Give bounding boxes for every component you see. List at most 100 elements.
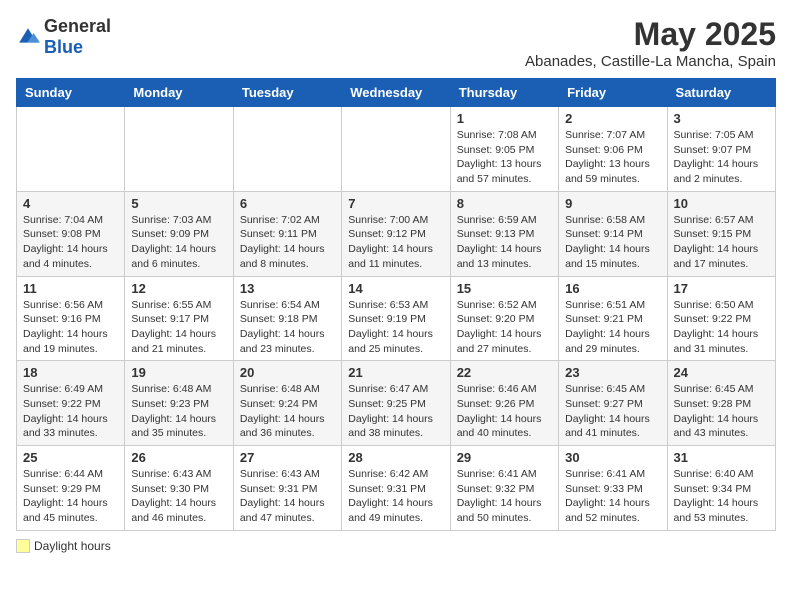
calendar-cell: 16 Sunrise: 6:51 AMSunset: 9:21 PMDayligh… [559,276,667,361]
legend-label: Daylight hours [34,539,111,553]
day-info: Sunrise: 6:55 AMSunset: 9:17 PMDaylight:… [131,298,226,357]
calendar-cell: 18Sunrise: 6:49 AMSunset: 9:22 PMDayligh… [17,361,125,446]
calendar-cell [17,107,125,192]
day-info: Sunrise: 6:43 AMSunset: 9:31 PMDaylight:… [240,467,335,526]
day-number: 16 [565,281,660,296]
calendar-week-1: 1 Sunrise: 7:08 AMSunset: 9:05 PMDaylight… [17,107,776,192]
calendar-cell: 29 Sunrise: 6:41 AMSunset: 9:32 PMDayligh… [450,446,558,531]
calendar-cell: 3 Sunrise: 7:05 AMSunset: 9:07 PMDaylight… [667,107,775,192]
day-number: 9 [565,196,660,211]
calendar-cell: 9 Sunrise: 6:58 AMSunset: 9:14 PMDaylight… [559,191,667,276]
day-info: Sunrise: 6:42 AMSunset: 9:31 PMDaylight:… [348,467,443,526]
day-number: 31 [674,450,769,465]
day-number: 30 [565,450,660,465]
calendar-cell: 21 Sunrise: 6:47 AMSunset: 9:25 PMDayligh… [342,361,450,446]
day-number: 20 [240,365,335,380]
calendar-cell: 22 Sunrise: 6:46 AMSunset: 9:26 PMDayligh… [450,361,558,446]
day-info: Sunrise: 6:43 AMSunset: 9:30 PMDaylight:… [131,467,226,526]
day-info: Sunrise: 6:46 AMSunset: 9:26 PMDaylight:… [457,382,552,441]
day-info: Sunrise: 7:05 AMSunset: 9:07 PMDaylight:… [674,128,769,187]
calendar-week-3: 11 Sunrise: 6:56 AMSunset: 9:16 PMDayligh… [17,276,776,361]
day-number: 2 [565,111,660,126]
calendar-header-monday: Monday [125,79,233,107]
calendar-cell: 11 Sunrise: 6:56 AMSunset: 9:16 PMDayligh… [17,276,125,361]
calendar-cell: 25 Sunrise: 6:44 AMSunset: 9:29 PMDayligh… [17,446,125,531]
logo-blue: Blue [44,37,83,57]
calendar-header-friday: Friday [559,79,667,107]
location-title: Abanades, Castille-La Mancha, Spain [525,53,776,70]
calendar-cell: 28 Sunrise: 6:42 AMSunset: 9:31 PMDayligh… [342,446,450,531]
calendar-cell: 10Sunrise: 6:57 AMSunset: 9:15 PMDayligh… [667,191,775,276]
day-number: 1 [457,111,552,126]
day-info: Sunrise: 6:41 AMSunset: 9:33 PMDaylight:… [565,467,660,526]
day-info: Sunrise: 6:59 AMSunset: 9:13 PMDaylight:… [457,213,552,272]
month-title: May 2025 [525,16,776,53]
day-info: Sunrise: 6:44 AMSunset: 9:29 PMDaylight:… [23,467,118,526]
day-info: Sunrise: 6:40 AMSunset: 9:34 PMDaylight:… [674,467,769,526]
calendar-cell: 23 Sunrise: 6:45 AMSunset: 9:27 PMDayligh… [559,361,667,446]
day-info: Sunrise: 6:51 AMSunset: 9:21 PMDaylight:… [565,298,660,357]
day-info: Sunrise: 7:08 AMSunset: 9:05 PMDaylight:… [457,128,552,187]
calendar-header-thursday: Thursday [450,79,558,107]
calendar-cell: 15Sunrise: 6:52 AMSunset: 9:20 PMDayligh… [450,276,558,361]
calendar-cell [125,107,233,192]
day-info: Sunrise: 6:41 AMSunset: 9:32 PMDaylight:… [457,467,552,526]
day-info: Sunrise: 7:03 AMSunset: 9:09 PMDaylight:… [131,213,226,272]
calendar-week-4: 18Sunrise: 6:49 AMSunset: 9:22 PMDayligh… [17,361,776,446]
calendar-cell: 19 Sunrise: 6:48 AMSunset: 9:23 PMDayligh… [125,361,233,446]
calendar-cell: 26Sunrise: 6:43 AMSunset: 9:30 PMDayligh… [125,446,233,531]
day-number: 19 [131,365,226,380]
day-number: 3 [674,111,769,126]
calendar-header-saturday: Saturday [667,79,775,107]
calendar-cell [233,107,341,192]
day-info: Sunrise: 6:58 AMSunset: 9:14 PMDaylight:… [565,213,660,272]
day-number: 8 [457,196,552,211]
calendar-header-wednesday: Wednesday [342,79,450,107]
day-number: 24 [674,365,769,380]
day-number: 6 [240,196,335,211]
calendar-cell: 14 Sunrise: 6:53 AMSunset: 9:19 PMDayligh… [342,276,450,361]
day-info: Sunrise: 6:47 AMSunset: 9:25 PMDaylight:… [348,382,443,441]
day-number: 29 [457,450,552,465]
calendar-header-row: SundayMondayTuesdayWednesdayThursdayFrid… [17,79,776,107]
calendar-cell: 24Sunrise: 6:45 AMSunset: 9:28 PMDayligh… [667,361,775,446]
calendar-header-tuesday: Tuesday [233,79,341,107]
day-info: Sunrise: 7:07 AMSunset: 9:06 PMDaylight:… [565,128,660,187]
day-number: 7 [348,196,443,211]
calendar-week-5: 25 Sunrise: 6:44 AMSunset: 9:29 PMDayligh… [17,446,776,531]
day-number: 27 [240,450,335,465]
calendar-cell: 7Sunrise: 7:00 AMSunset: 9:12 PMDaylight… [342,191,450,276]
day-info: Sunrise: 6:48 AMSunset: 9:23 PMDaylight:… [131,382,226,441]
day-number: 25 [23,450,118,465]
calendar-table: SundayMondayTuesdayWednesdayThursdayFrid… [16,78,776,531]
calendar-header-sunday: Sunday [17,79,125,107]
day-info: Sunrise: 6:54 AMSunset: 9:18 PMDaylight:… [240,298,335,357]
day-info: Sunrise: 6:45 AMSunset: 9:27 PMDaylight:… [565,382,660,441]
calendar-cell: 8 Sunrise: 6:59 AMSunset: 9:13 PMDaylight… [450,191,558,276]
day-info: Sunrise: 6:50 AMSunset: 9:22 PMDaylight:… [674,298,769,357]
calendar-week-2: 4Sunrise: 7:04 AMSunset: 9:08 PMDaylight… [17,191,776,276]
calendar-cell: 1 Sunrise: 7:08 AMSunset: 9:05 PMDaylight… [450,107,558,192]
day-info: Sunrise: 6:49 AMSunset: 9:22 PMDaylight:… [23,382,118,441]
calendar-cell: 5Sunrise: 7:03 AMSunset: 9:09 PMDaylight… [125,191,233,276]
calendar-cell: 4Sunrise: 7:04 AMSunset: 9:08 PMDaylight… [17,191,125,276]
day-number: 21 [348,365,443,380]
day-info: Sunrise: 6:56 AMSunset: 9:16 PMDaylight:… [23,298,118,357]
day-number: 22 [457,365,552,380]
title-block: May 2025 Abanades, Castille-La Mancha, S… [525,16,776,70]
page-header: General Blue May 2025 Abanades, Castille… [16,16,776,70]
calendar-cell: 20Sunrise: 6:48 AMSunset: 9:24 PMDayligh… [233,361,341,446]
calendar-cell: 6Sunrise: 7:02 AMSunset: 9:11 PMDaylight… [233,191,341,276]
calendar-cell: 17 Sunrise: 6:50 AMSunset: 9:22 PMDayligh… [667,276,775,361]
day-number: 11 [23,281,118,296]
legend-item: Daylight hours [16,539,111,553]
logo-text: General Blue [44,16,111,58]
day-number: 28 [348,450,443,465]
day-info: Sunrise: 6:53 AMSunset: 9:19 PMDaylight:… [348,298,443,357]
day-number: 14 [348,281,443,296]
day-number: 17 [674,281,769,296]
day-info: Sunrise: 7:04 AMSunset: 9:08 PMDaylight:… [23,213,118,272]
logo: General Blue [16,16,111,58]
calendar-cell: 27 Sunrise: 6:43 AMSunset: 9:31 PMDayligh… [233,446,341,531]
day-number: 23 [565,365,660,380]
